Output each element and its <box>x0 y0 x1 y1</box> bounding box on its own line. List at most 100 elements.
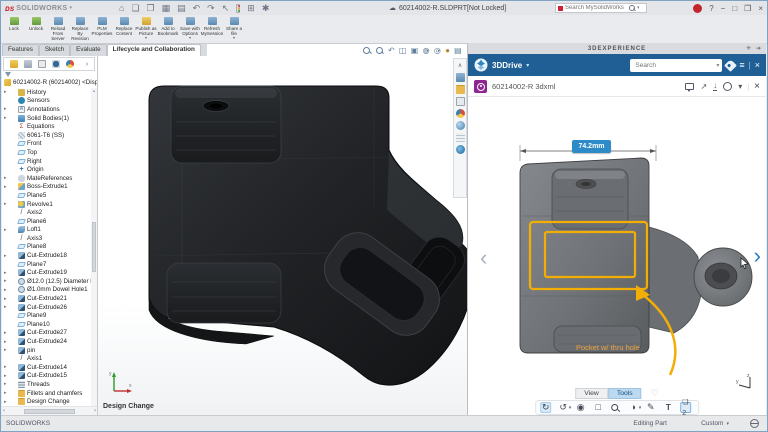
ribbon-button[interactable]: PLM Properties <box>91 17 113 40</box>
filter-funnel-icon[interactable] <box>5 72 11 77</box>
tree-item[interactable]: ▸ Revolve1 <box>2 200 91 209</box>
preview-tool-icon[interactable] <box>645 402 656 413</box>
tree-expand-icon[interactable]: ▸ <box>4 115 9 121</box>
quick-access-icon[interactable] <box>236 3 241 13</box>
tree-item[interactable]: ▸ 6061-T6 (SS) <box>2 131 91 140</box>
tree-expand-icon[interactable]: ▸ <box>4 201 9 207</box>
tree-item[interactable]: ▸ Fillets and chamfers <box>2 389 91 398</box>
tree-vertical-scrollbar[interactable]: ▴ <box>91 88 97 406</box>
dimension-badge[interactable]: 74.2mm <box>572 140 611 153</box>
tree-item[interactable]: ▸ Cut-Extrude18 <box>2 251 91 260</box>
tree-item[interactable]: ▸ Loft1 <box>2 226 91 235</box>
tree-expand-icon[interactable]: ▸ <box>4 278 9 284</box>
headsup-dropdown-icon[interactable] <box>447 48 449 54</box>
preview-tool-icon[interactable] <box>540 402 552 413</box>
mysolidworks-search[interactable] <box>555 3 647 13</box>
tree-item[interactable]: ▸ Equations <box>2 122 91 131</box>
quick-access-icon[interactable] <box>147 3 155 13</box>
task-pane-icon[interactable] <box>455 97 465 106</box>
tree-root-item[interactable]: 60214002-R (60214002) <Display St <box>2 78 97 87</box>
tree-item[interactable]: ▸ Annotations <box>2 105 91 114</box>
tree-item[interactable]: ▸ MateReferences <box>2 174 91 183</box>
gear-icon[interactable] <box>746 45 752 52</box>
scroll-right-icon[interactable]: › <box>94 408 96 414</box>
menu-icon[interactable] <box>739 61 744 70</box>
tree-item[interactable]: ▸ Cut-Extrude15 <box>2 372 91 381</box>
tree-item[interactable]: ▸ Design Change <box>2 397 91 406</box>
window-control-icon[interactable] <box>758 4 763 13</box>
tree-expand-icon[interactable]: ▸ <box>4 381 9 387</box>
tree-expand-icon[interactable]: ▸ <box>4 227 9 233</box>
quick-access-icon[interactable] <box>177 3 186 13</box>
panel-search-caret-icon[interactable] <box>716 62 719 69</box>
window-control-icon[interactable] <box>693 3 703 13</box>
tree-expand-icon[interactable]: ▸ <box>4 184 9 190</box>
ribbon-button[interactable]: Refresh MySession <box>201 17 223 40</box>
quick-access-icon[interactable] <box>222 3 230 13</box>
panel-tab-icon[interactable] <box>23 60 32 68</box>
tool-dropdown-icon[interactable] <box>569 405 572 411</box>
ribbon-button[interactable]: Publish as Picture <box>135 17 157 40</box>
search-icon[interactable] <box>629 5 635 11</box>
3dexperience-compass-icon[interactable] <box>474 58 488 72</box>
tree-item[interactable]: ▸ Axis3 <box>2 234 91 243</box>
headsup-icon[interactable] <box>399 46 407 55</box>
panel-search[interactable] <box>630 58 723 72</box>
tree-item[interactable]: ▸ Ø12.0 (12.5) Diameter Hole1 <box>2 277 91 286</box>
part-3d-model[interactable] <box>124 60 468 394</box>
tree-expand-icon[interactable]: ▸ <box>4 175 9 181</box>
quick-access-icon[interactable] <box>193 3 201 13</box>
doc-close-icon[interactable] <box>754 81 760 92</box>
panel-search-input[interactable] <box>633 60 704 70</box>
config-selector[interactable]: Custom <box>701 420 729 427</box>
ribbon-button[interactable]: Replace Content <box>113 17 135 40</box>
config-caret-icon[interactable] <box>726 421 729 427</box>
tree-item[interactable]: ▸ Plane10 <box>2 320 91 329</box>
ribbon-button[interactable]: Save with Options <box>179 17 201 40</box>
quick-access-icon[interactable] <box>131 3 139 13</box>
tree-expand-icon[interactable]: ▸ <box>4 304 9 310</box>
preview-tool-icon[interactable] <box>663 402 674 413</box>
tree-expand-icon[interactable]: ▸ <box>4 390 9 396</box>
task-pane-icon[interactable] <box>455 145 465 154</box>
task-pane-icon[interactable] <box>455 73 465 82</box>
tree-expand-icon[interactable]: ▸ <box>4 296 9 302</box>
preview-3d-model[interactable] <box>490 127 756 379</box>
ribbon-button[interactable]: Add to Bookmark <box>157 17 179 40</box>
tree-item[interactable]: ▸ Cut-Extrude14 <box>2 363 91 372</box>
preview-tool-icon[interactable] <box>610 403 621 413</box>
app-dropdown-icon[interactable] <box>526 62 529 69</box>
tree-expand-icon[interactable]: ▸ <box>4 106 9 112</box>
command-tab[interactable]: Sketch <box>38 44 71 56</box>
headsup-icon[interactable] <box>388 46 395 55</box>
preview-tool-icon[interactable] <box>593 402 604 413</box>
preview-tab[interactable]: Tools <box>607 388 642 399</box>
doc-action-icon[interactable] <box>700 82 707 91</box>
tree-horizontal-scrollbar[interactable]: ‹ › <box>2 406 97 415</box>
tree-item[interactable]: ▸ Cut-Extrude24 <box>2 337 91 346</box>
tree-expand-icon[interactable]: ▸ <box>4 364 9 370</box>
tree-item[interactable]: ▸ Top <box>2 148 91 157</box>
ribbon-button[interactable]: Share a file <box>223 17 245 40</box>
quick-access-icon[interactable] <box>262 3 270 13</box>
tree-item[interactable]: ▸ Axis2 <box>2 208 91 217</box>
tree-item[interactable]: ▸ Front <box>2 140 91 149</box>
preview-tool-icon[interactable] <box>628 402 639 413</box>
tree-item[interactable]: ▸ Sensors <box>2 97 91 106</box>
favorite-icon[interactable] <box>651 388 659 399</box>
task-pane-icon[interactable] <box>455 133 465 142</box>
tree-expand-icon[interactable]: ▸ <box>4 399 9 405</box>
window-control-icon[interactable] <box>709 4 713 13</box>
tree-expand-icon[interactable]: ▸ <box>4 253 9 259</box>
headsup-dropdown-icon[interactable] <box>438 48 440 54</box>
preview-viewport[interactable]: 74.2mm Pocket w/ thru hole ViewTools z y <box>468 97 766 415</box>
task-pane-icon[interactable] <box>455 121 465 130</box>
command-tab[interactable]: Evaluate <box>70 44 107 56</box>
panel-close-icon[interactable] <box>755 61 760 70</box>
headsup-icon[interactable] <box>375 46 384 55</box>
panel-tabs-expand-icon[interactable] <box>86 61 88 68</box>
quick-access-icon[interactable] <box>207 3 215 13</box>
tree-item[interactable]: ▸ Plane8 <box>2 243 91 252</box>
quick-access-icon[interactable] <box>247 3 255 13</box>
quick-access-icon[interactable] <box>162 3 171 13</box>
